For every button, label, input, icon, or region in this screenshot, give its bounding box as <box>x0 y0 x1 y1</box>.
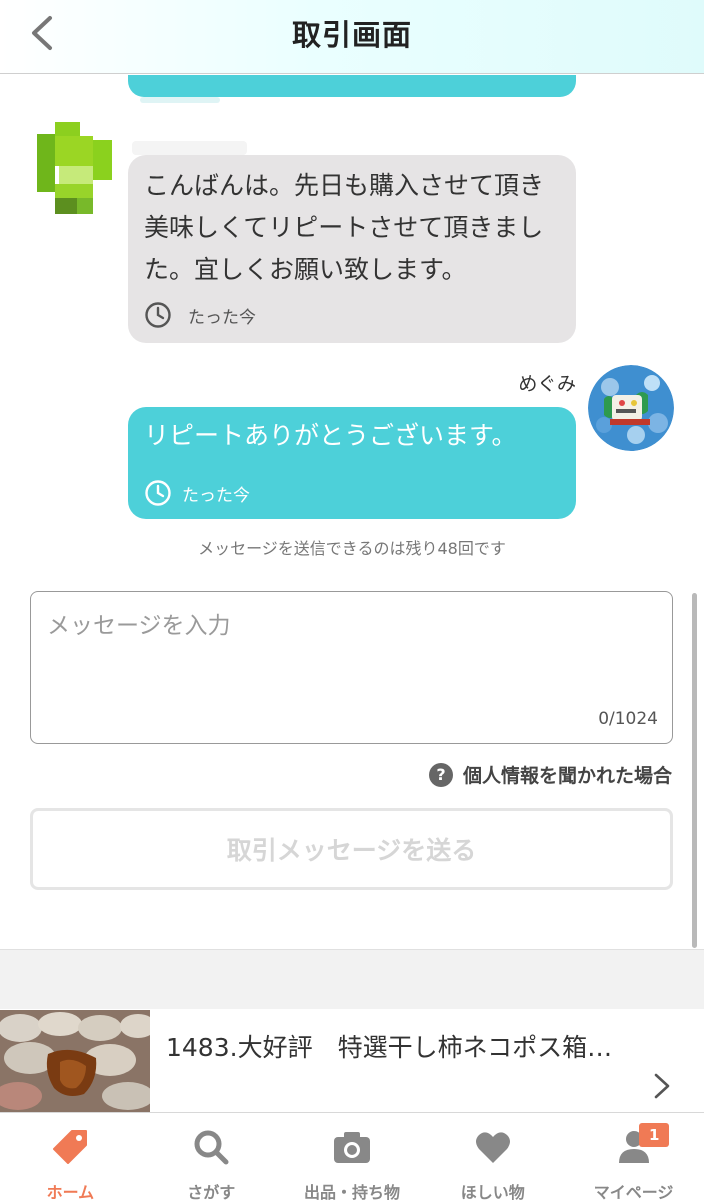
partner-avatar[interactable] <box>37 122 112 214</box>
incoming-message-bubble: こんばんは。先日も購入させて頂き美味しくてリピートさせて頂きました。宜しくお願い… <box>128 155 576 343</box>
header-bar: 取引画面 <box>0 0 704 74</box>
clock-icon <box>145 480 171 506</box>
outgoing-message-time: たった今 <box>144 479 250 507</box>
previous-message-shadow <box>140 97 220 103</box>
send-message-button[interactable]: 取引メッセージを送る <box>30 808 673 890</box>
bottom-tab-bar: ホーム さがす 出品・持ち物 ほしい物 1 マイページ <box>0 1112 704 1200</box>
heart-icon <box>475 1132 510 1163</box>
tab-search[interactable]: さがす <box>141 1113 282 1200</box>
personal-info-help-label: 個人情報を聞かれた場合 <box>462 765 672 787</box>
question-circle-icon: ? <box>428 762 453 787</box>
clock-icon <box>145 302 171 328</box>
outgoing-message-text: リピートありがとうございます。 <box>144 421 517 450</box>
scrollbar[interactable] <box>692 593 697 948</box>
tab-listings[interactable]: 出品・持ち物 <box>282 1113 423 1200</box>
my-avatar[interactable] <box>588 365 674 451</box>
chevron-right-icon <box>654 1073 670 1099</box>
tab-label-wishlist: ほしい物 <box>460 1183 525 1200</box>
chat-area[interactable]: こんばんは。先日も購入させて頂き美味しくてリピートさせて頂きました。宜しくお願い… <box>0 75 704 950</box>
tab-label-mypage: マイページ <box>593 1183 674 1200</box>
tag-icon <box>53 1130 88 1164</box>
search-icon <box>194 1130 229 1165</box>
incoming-message-timestamp: たった今 <box>188 307 256 328</box>
message-input-box[interactable]: 0/1024 <box>30 591 673 744</box>
notification-badge: 1 <box>639 1123 670 1147</box>
tab-label-search: さがす <box>187 1183 236 1200</box>
section-divider <box>0 949 704 1009</box>
outgoing-message-timestamp: たった今 <box>182 485 250 506</box>
camera-icon <box>333 1132 370 1163</box>
page-title: 取引画面 <box>291 18 412 52</box>
tab-mypage[interactable]: 1 マイページ <box>563 1113 704 1200</box>
partner-name-redacted <box>132 141 247 155</box>
product-thumbnail <box>0 1010 150 1112</box>
product-title: 1483.大好評 特選干し柿ネコポス箱… <box>166 1033 613 1062</box>
tab-label-home: ホーム <box>46 1183 95 1200</box>
message-input[interactable] <box>31 592 672 743</box>
incoming-message-text: こんばんは。先日も購入させて頂き美味しくてリピートさせて頂きました。宜しくお願い… <box>144 171 545 284</box>
tab-wishlist[interactable]: ほしい物 <box>422 1113 563 1200</box>
tab-label-listings: 出品・持ち物 <box>303 1183 400 1200</box>
sender-name: めぐみ <box>518 373 576 395</box>
previous-message-bubble <box>128 75 576 97</box>
remaining-messages-notice: メッセージを送信できるのは残り48回です <box>198 539 506 558</box>
incoming-message-time: たった今 <box>144 301 256 329</box>
product-link[interactable]: 1483.大好評 特選干し柿ネコポス箱… <box>0 1010 704 1112</box>
character-count: 0/1024 <box>598 709 658 729</box>
personal-info-help-link[interactable]: ? 個人情報を聞かれた場合 <box>428 761 672 788</box>
tab-home[interactable]: ホーム <box>0 1113 141 1200</box>
outgoing-message-bubble: リピートありがとうございます。 たった今 <box>128 407 576 519</box>
